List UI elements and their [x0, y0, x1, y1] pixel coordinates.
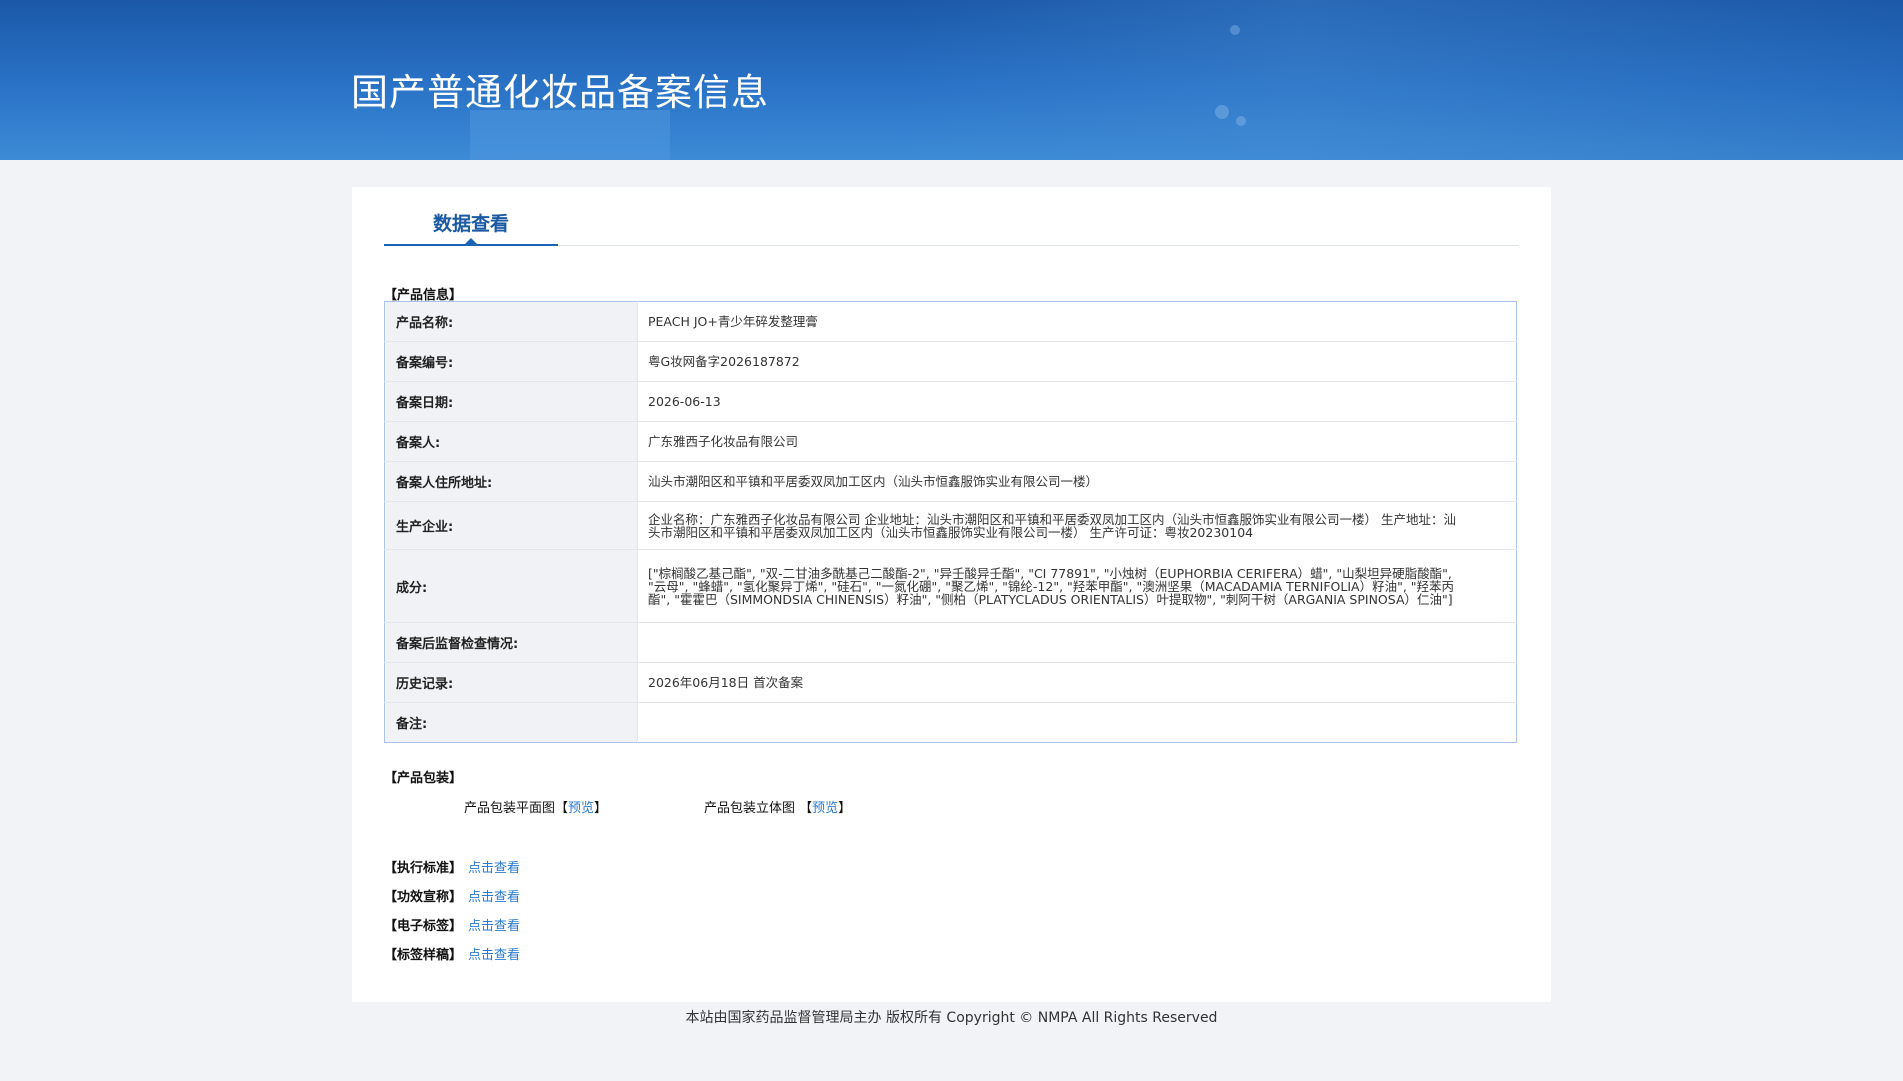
table-row: 备案日期: 2026-06-13	[384, 381, 1517, 422]
view-standard-link[interactable]: 点击查看	[468, 861, 520, 876]
row-value: 粤G妆网备字2026187872	[637, 341, 1517, 382]
row-value: 汕头市潮阳区和平镇和平居委双凤加工区内（汕头市恒鑫服饰实业有限公司一楼）	[637, 461, 1517, 502]
row-key: 备案人:	[384, 421, 638, 462]
row-value: 2026-06-13	[637, 381, 1517, 422]
link-label: 【电子标签】	[384, 919, 463, 934]
link-row-label-sample: 【标签样稿】 点击查看	[384, 944, 520, 963]
packaging-heading: 【产品包装】	[384, 771, 463, 786]
row-key: 历史记录:	[384, 662, 638, 703]
row-key: 备案编号:	[384, 341, 638, 382]
banner-decoration	[1230, 25, 1240, 35]
table-row: 历史记录: 2026年06月18日 首次备案	[384, 662, 1517, 703]
table-row: 备案人: 广东雅西子化妆品有限公司	[384, 421, 1517, 462]
row-value: 广东雅西子化妆品有限公司	[637, 421, 1517, 462]
link-label: 【功效宣称】	[384, 890, 463, 905]
row-key: 备案日期:	[384, 381, 638, 422]
header-banner: 国产普通化妆品备案信息	[0, 0, 1903, 160]
tab-label: 数据查看	[432, 213, 509, 235]
bracket-close: 】	[594, 801, 608, 816]
row-value: ["棕榈酸乙基己酯", "双-二甘油多酰基己二酸酯-2", "异壬酸异壬酯", …	[637, 549, 1517, 623]
tab-bar: 数据查看	[384, 215, 1519, 246]
table-row: 产品名称: PEACH JO+青少年碎发整理膏	[384, 301, 1517, 342]
view-e-label-link[interactable]: 点击查看	[468, 919, 520, 934]
link-row-efficacy: 【功效宣称】 点击查看	[384, 886, 520, 905]
table-row: 成分: ["棕榈酸乙基己酯", "双-二甘油多酰基己二酸酯-2", "异壬酸异壬…	[384, 549, 1517, 623]
row-key: 备案人住所地址:	[384, 461, 638, 502]
banner-decoration	[1215, 105, 1229, 119]
package-solid-preview-link[interactable]: 预览	[812, 801, 838, 816]
row-value	[637, 622, 1517, 663]
bracket-close: 】	[838, 801, 852, 816]
banner-decoration	[470, 110, 670, 160]
row-key: 备注:	[384, 702, 638, 743]
tab-caret-icon	[464, 238, 478, 245]
tab-data-view[interactable]: 数据查看	[384, 215, 558, 246]
page-title: 国产普通化妆品备案信息	[351, 71, 769, 114]
row-value: 2026年06月18日 首次备案	[637, 662, 1517, 703]
row-value: PEACH JO+青少年碎发整理膏	[637, 301, 1517, 342]
table-row: 备注:	[384, 702, 1517, 743]
banner-decoration	[1236, 116, 1246, 126]
row-value	[638, 703, 1517, 743]
banner-decoration	[900, 0, 1903, 160]
link-label: 【执行标准】	[384, 861, 463, 876]
row-key: 生产企业:	[384, 501, 638, 550]
view-efficacy-link[interactable]: 点击查看	[468, 890, 520, 905]
row-key: 备案后监督检查情况:	[384, 622, 638, 663]
package-flat-label: 产品包装平面图【	[464, 801, 569, 816]
link-row-standard: 【执行标准】 点击查看	[384, 857, 520, 876]
package-flat-item: 产品包装平面图【预览】	[464, 797, 607, 816]
link-row-e-label: 【电子标签】 点击查看	[384, 915, 520, 934]
package-solid-label: 产品包装立体图 【	[704, 801, 813, 816]
view-label-sample-link[interactable]: 点击查看	[468, 948, 520, 963]
link-label: 【标签样稿】	[384, 948, 463, 963]
package-flat-preview-link[interactable]: 预览	[568, 801, 594, 816]
table-row: 备案后监督检查情况:	[384, 622, 1517, 663]
package-solid-item: 产品包装立体图 【预览】	[704, 797, 851, 816]
footer-copyright: 本站由国家药品监督管理局主办 版权所有 Copyright © NMPA All…	[685, 1010, 1218, 1026]
table-row: 生产企业: 企业名称：广东雅西子化妆品有限公司 企业地址：汕头市潮阳区和平镇和平…	[384, 501, 1517, 550]
row-value: 企业名称：广东雅西子化妆品有限公司 企业地址：汕头市潮阳区和平镇和平居委双凤加工…	[637, 501, 1517, 550]
row-key: 成分:	[384, 549, 638, 623]
table-row: 备案人住所地址: 汕头市潮阳区和平镇和平居委双凤加工区内（汕头市恒鑫服饰实业有限…	[384, 461, 1517, 502]
product-info-table: 产品名称: PEACH JO+青少年碎发整理膏 备案编号: 粤G妆网备字2026…	[384, 301, 1517, 743]
row-key: 产品名称:	[384, 301, 638, 342]
table-row: 备案编号: 粤G妆网备字2026187872	[384, 341, 1517, 382]
content-card: 数据查看 【产品信息】 产品名称: PEACH JO+青少年碎发整理膏 备案编号…	[352, 187, 1551, 1002]
